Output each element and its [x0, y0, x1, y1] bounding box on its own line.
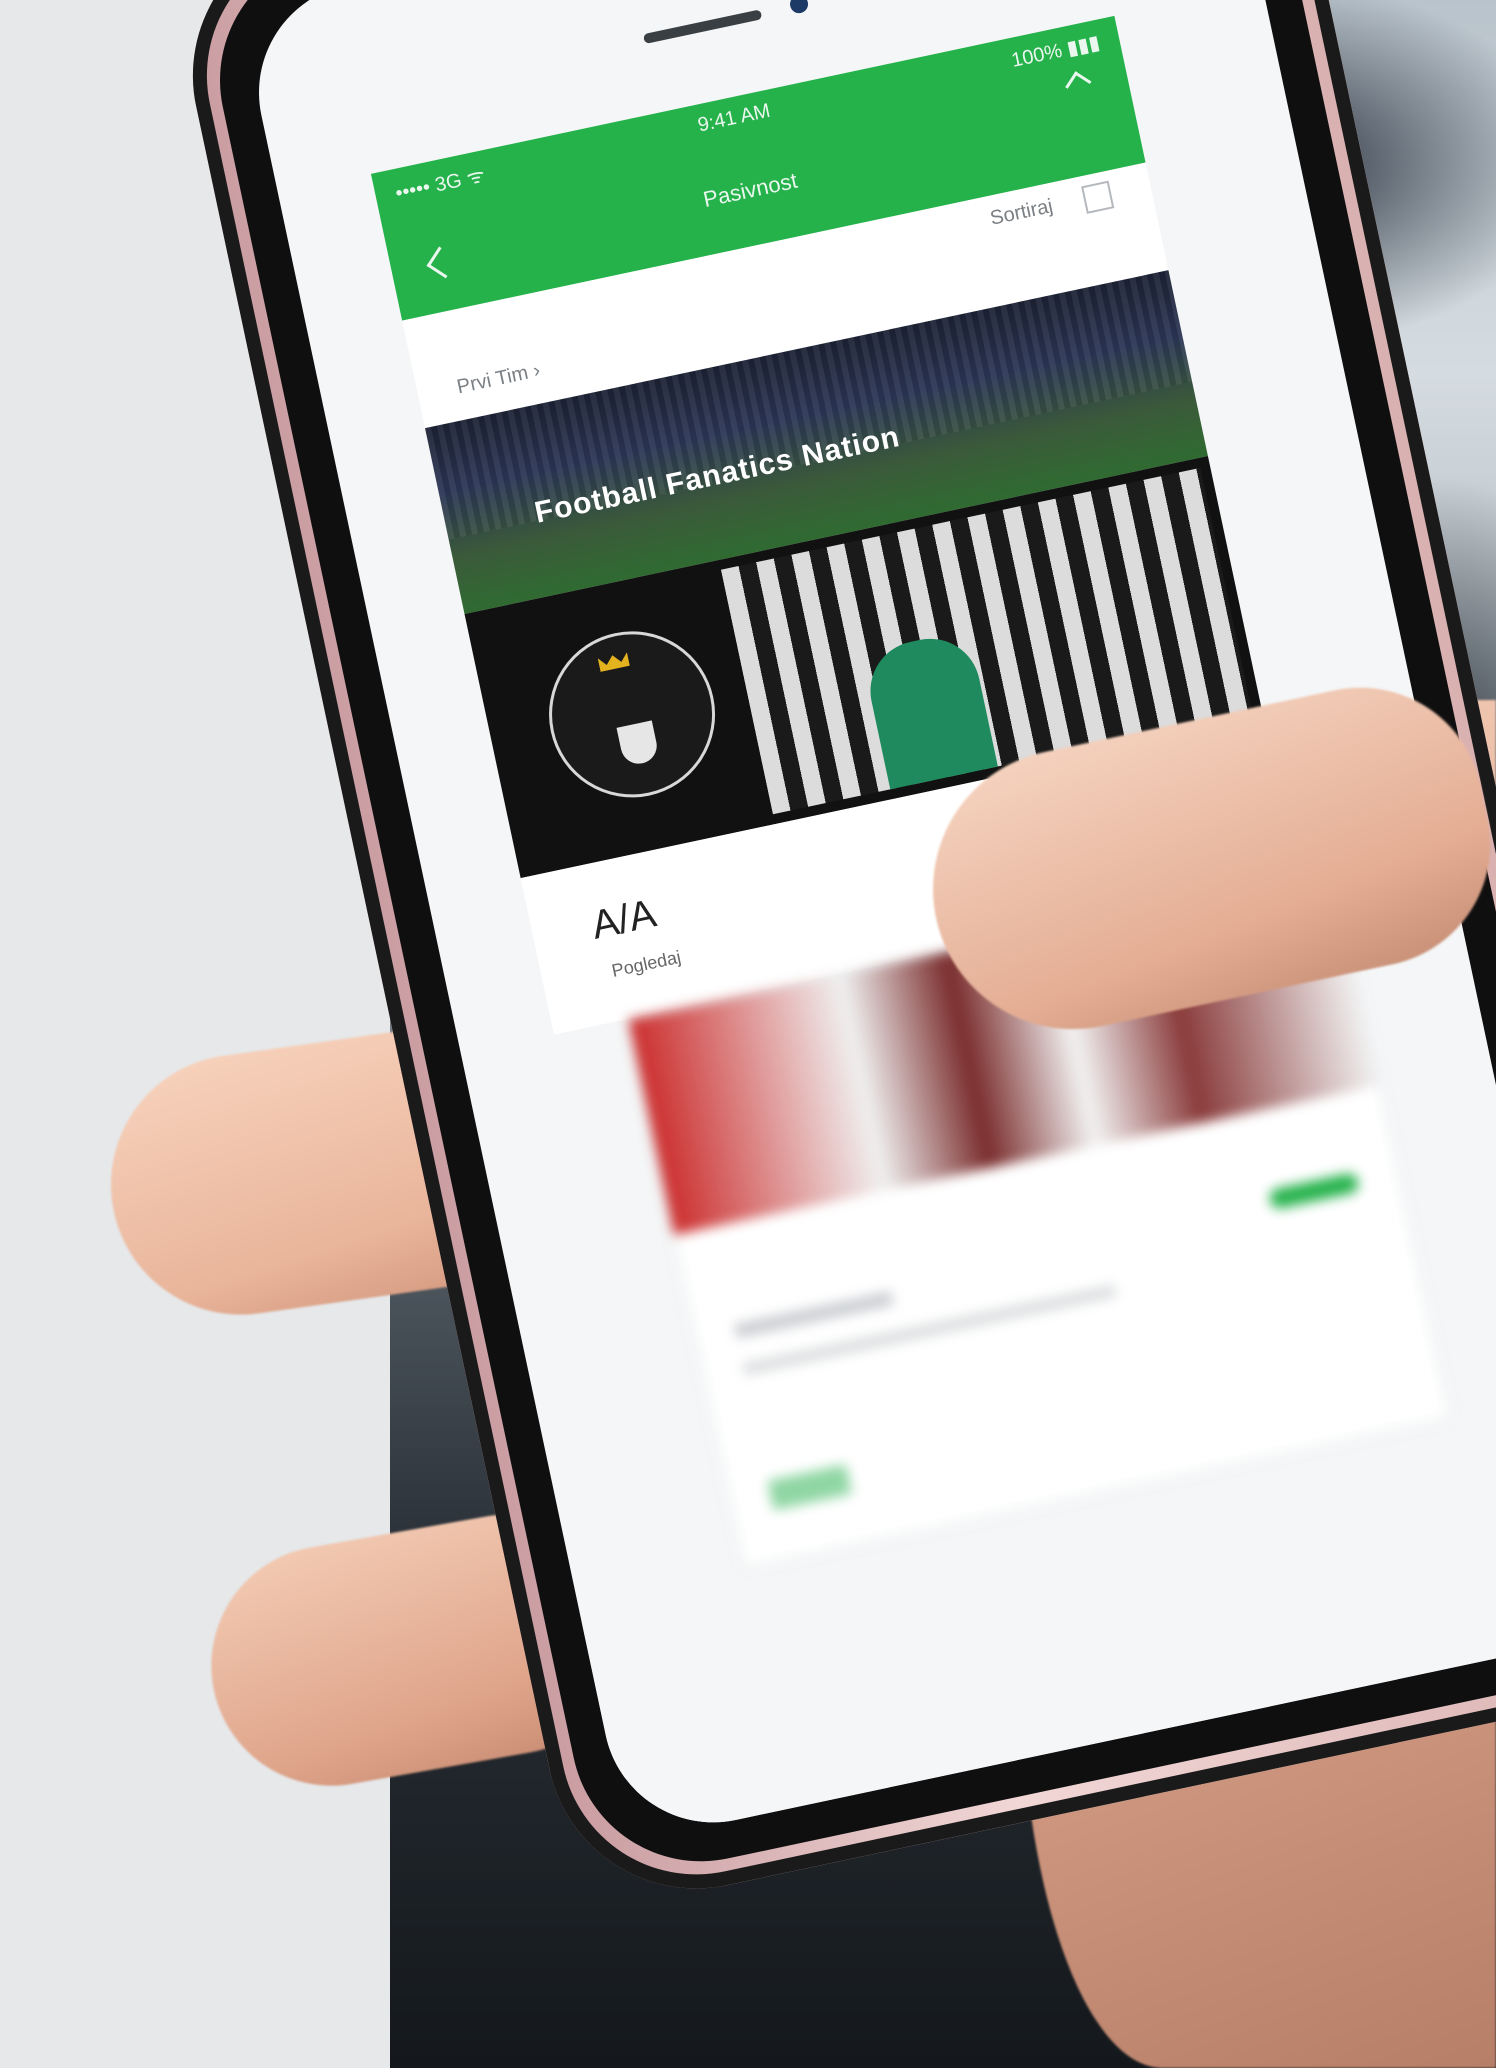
card-action-placeholder[interactable]: [767, 1464, 852, 1511]
status-battery: 100% ▮▮▮: [1009, 31, 1102, 72]
share-icon[interactable]: [1065, 71, 1092, 98]
speaker-grille: [642, 9, 763, 45]
club-logo: [533, 615, 731, 813]
breadcrumb[interactable]: Prvi Tim ›: [455, 359, 542, 399]
front-camera: [788, 0, 810, 15]
card-status-badge: [1267, 1171, 1361, 1211]
crown-icon: [598, 652, 630, 672]
sort-button[interactable]: Sortiraj: [988, 195, 1055, 231]
shield-icon: [616, 720, 661, 768]
section-subtitle[interactable]: Pogledaj: [610, 947, 683, 982]
section-title: A/A: [587, 891, 660, 948]
back-icon[interactable]: [426, 246, 459, 279]
page-title: Pasivnost: [701, 167, 800, 212]
status-time: 9:41 AM: [695, 99, 773, 137]
card-title-placeholder: [734, 1291, 894, 1339]
card-text-placeholder: [742, 1284, 1117, 1376]
status-carrier: ••••• 3G ᯤ: [393, 164, 488, 205]
grid-icon[interactable]: [1081, 180, 1115, 214]
